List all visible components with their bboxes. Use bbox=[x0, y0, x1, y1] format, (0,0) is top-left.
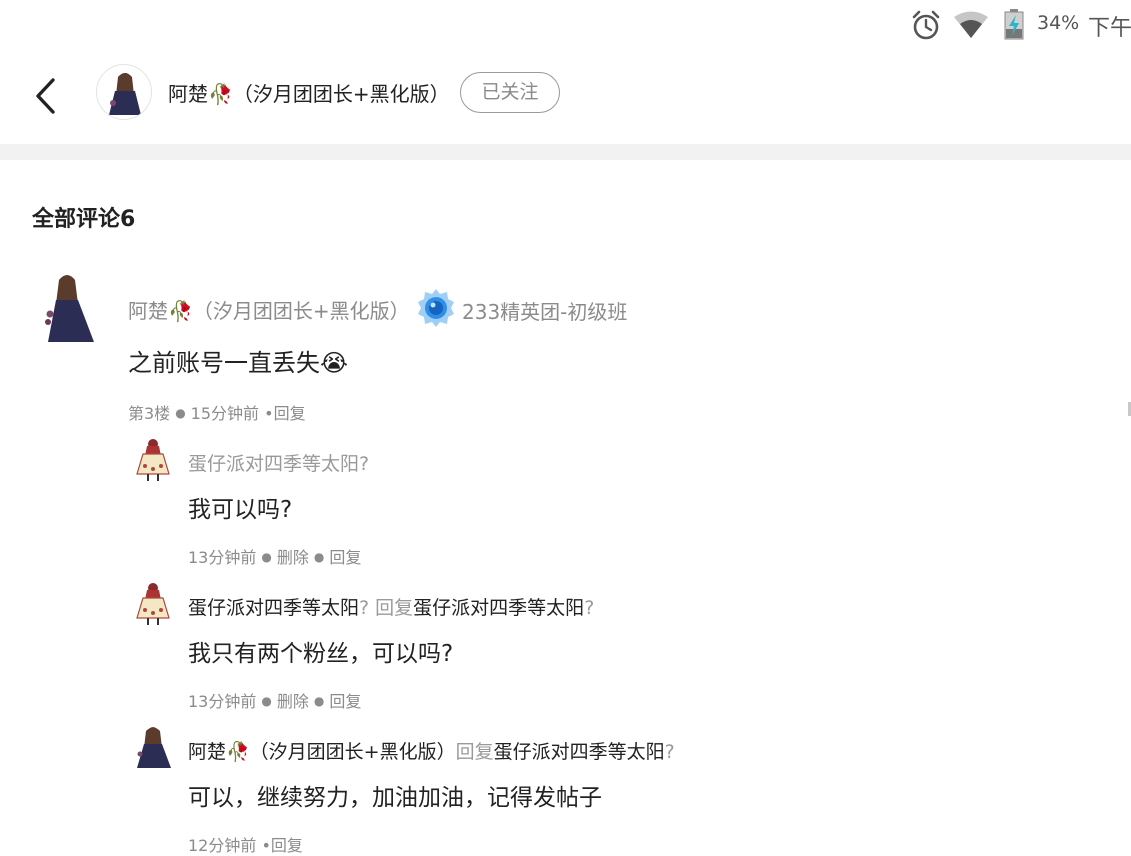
reply-avatar[interactable] bbox=[133, 580, 173, 626]
comments-title: 全部评论6 bbox=[32, 207, 136, 232]
clock-time: 下午 bbox=[1088, 16, 1131, 41]
reply-target[interactable]: 蛋仔派对四季等太阳 bbox=[413, 597, 584, 619]
name-suffix: ? bbox=[664, 741, 675, 763]
post-header: 阿楚🥀（汐月团团长+黑化版） 已关注 bbox=[0, 48, 1131, 144]
comment-meta: 第3楼 ● 15分钟前 •回复 bbox=[128, 400, 306, 424]
battery-charging-icon bbox=[1004, 9, 1024, 40]
author-avatar[interactable] bbox=[96, 64, 152, 120]
delete-link[interactable]: 删除 bbox=[277, 692, 309, 711]
reply-prefix: 回复 bbox=[375, 597, 414, 619]
header-author-name[interactable]: 阿楚🥀（汐月团团长+黑化版） bbox=[168, 78, 450, 107]
dot-separator: ● bbox=[261, 550, 272, 564]
reply-meta: 13分钟前 ● 删除 ● 回复 bbox=[188, 544, 361, 568]
reply-author[interactable]: 蛋仔派对四季等太阳 bbox=[188, 597, 359, 619]
dot-separator: ● bbox=[313, 550, 325, 564]
reply-time: 13分钟前 bbox=[188, 548, 257, 567]
dot-separator: ● bbox=[313, 694, 325, 708]
reply-link[interactable]: •回复 bbox=[261, 836, 302, 855]
reply-time: 12分钟前 bbox=[188, 836, 257, 855]
dark-girl-avatar-icon bbox=[109, 73, 141, 115]
name-suffix: ? bbox=[359, 453, 370, 475]
status-bar: 34% 下午 bbox=[0, 0, 1131, 48]
reply-author[interactable]: 阿楚🥀（汐月团团长+黑化版） bbox=[188, 741, 456, 763]
back-arrow-icon[interactable] bbox=[28, 74, 68, 118]
blue-gem-badge-icon[interactable] bbox=[416, 288, 456, 328]
name-suffix: ? bbox=[584, 597, 595, 619]
reply-content: 可以，继续努力，加油加油，记得发帖子 bbox=[188, 785, 602, 811]
wifi-icon bbox=[954, 11, 988, 38]
comment-time: 15分钟前 bbox=[190, 404, 260, 423]
reply-link[interactable]: 回复 bbox=[329, 692, 361, 711]
dot-separator: ● bbox=[261, 694, 272, 708]
reply-avatar[interactable] bbox=[133, 436, 173, 482]
reply-prefix: 回复 bbox=[455, 741, 494, 763]
reply-link[interactable]: 回复 bbox=[329, 548, 361, 567]
reply-meta: 13分钟前 ● 删除 ● 回复 bbox=[188, 688, 361, 712]
comment-content: 之前账号一直丢失😭 bbox=[128, 349, 349, 377]
section-divider bbox=[0, 144, 1131, 160]
reply-header: 阿楚🥀（汐月团团长+黑化版）回复蛋仔派对四季等太阳? bbox=[188, 737, 675, 764]
reply-meta: 12分钟前 •回复 bbox=[188, 832, 303, 856]
badge-label[interactable]: 233精英团-初级班 bbox=[462, 296, 627, 325]
reply-author[interactable]: 蛋仔派对四季等太阳 bbox=[188, 453, 359, 475]
name-suffix: ? bbox=[359, 597, 370, 619]
reply-avatar[interactable] bbox=[133, 724, 173, 770]
reply-header: 蛋仔派对四季等太阳? bbox=[188, 449, 369, 476]
reply-content: 我可以吗? bbox=[188, 497, 293, 523]
alarm-icon bbox=[912, 10, 940, 40]
dot-separator: ● bbox=[175, 406, 186, 420]
follow-button[interactable]: 已关注 bbox=[460, 72, 560, 113]
comment-author[interactable]: 阿楚🥀（汐月团团长+黑化版） bbox=[128, 295, 410, 324]
floor-number: 第3楼 bbox=[128, 404, 171, 423]
battery-percent: 34% bbox=[1037, 12, 1080, 34]
reply-link[interactable]: •回复 bbox=[264, 404, 305, 423]
reply-target[interactable]: 蛋仔派对四季等太阳 bbox=[494, 741, 665, 763]
reply-header: 蛋仔派对四季等太阳? 回复蛋仔派对四季等太阳? bbox=[188, 593, 594, 620]
commenter-avatar[interactable] bbox=[40, 268, 100, 348]
reply-content: 我只有两个粉丝，可以吗? bbox=[188, 641, 454, 667]
reply-time: 13分钟前 bbox=[188, 692, 257, 711]
delete-link[interactable]: 删除 bbox=[277, 548, 309, 567]
